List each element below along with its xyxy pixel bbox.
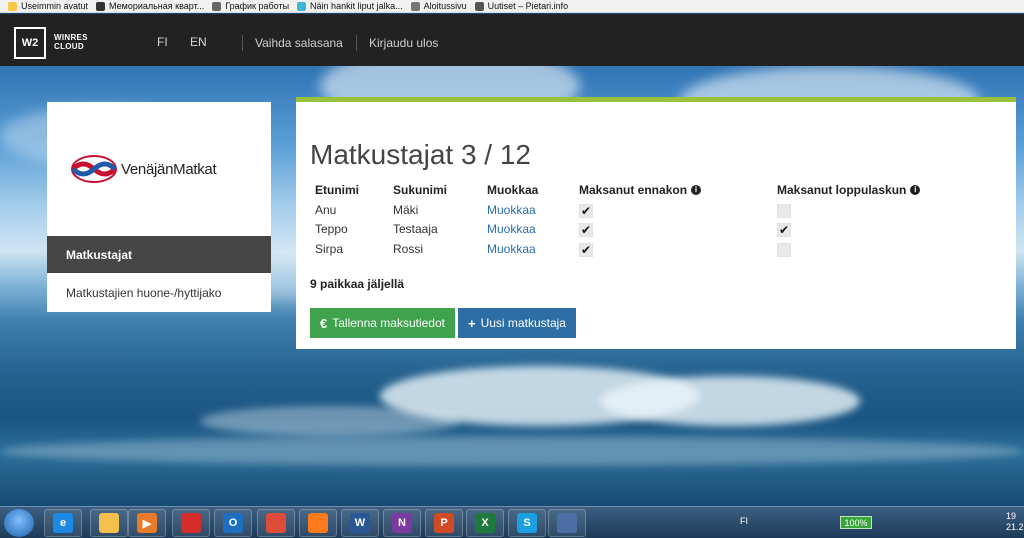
taskbar-word-icon[interactable]: W bbox=[341, 509, 379, 537]
edit-link[interactable]: Muokkaa bbox=[487, 242, 536, 256]
bookmark-item[interactable]: Мемориальная кварт... bbox=[96, 1, 204, 11]
final-paid-checkbox[interactable] bbox=[777, 243, 791, 257]
prepaid-checkbox[interactable]: ✔ bbox=[579, 243, 593, 257]
cell-first-name: Teppo bbox=[315, 222, 348, 236]
lang-fi-link[interactable]: FI bbox=[157, 35, 168, 49]
new-traveler-button[interactable]: + Uusi matkustaja bbox=[458, 308, 576, 338]
taskbar-outlook-icon[interactable]: O bbox=[214, 509, 252, 537]
edit-link[interactable]: Muokkaa bbox=[487, 203, 536, 217]
change-password-link[interactable]: Vaihda salasana bbox=[255, 36, 343, 50]
cell-first-name: Anu bbox=[315, 203, 337, 217]
euro-icon: € bbox=[320, 315, 328, 331]
taskbar-file-explorer-icon[interactable] bbox=[90, 509, 128, 537]
cell-last-name: Testaaja bbox=[393, 222, 438, 236]
skype-icon: S bbox=[517, 513, 537, 533]
bookmarks-bar: Useimmin avatut Мемориальная кварт... Граф… bbox=[0, 0, 1024, 13]
brand-name: VenäjänMatkat bbox=[121, 160, 217, 178]
taskbar-powerpoint-icon[interactable]: P bbox=[425, 509, 463, 537]
bookmark-icon bbox=[8, 1, 17, 11]
bookmark-icon bbox=[474, 1, 484, 11]
chrome-icon bbox=[266, 513, 286, 533]
internet-explorer-icon: e bbox=[53, 513, 73, 533]
media-player-icon: ▶ bbox=[137, 513, 157, 533]
col-header-last-name: Sukunimi bbox=[393, 183, 448, 197]
bookmark-item[interactable]: Aloitussivu bbox=[410, 1, 467, 11]
sidebar-item-matkustajat[interactable]: Matkustajat bbox=[47, 236, 271, 273]
sidebar-panel: VenäjänMatkat Matkustajat Matkustajien h… bbox=[47, 102, 271, 312]
bookmark-item[interactable]: Näin hankit liput jalka... bbox=[297, 1, 403, 11]
winres-logo-text: WINRES CLOUD bbox=[54, 33, 88, 51]
prepaid-checkbox[interactable]: ✔ bbox=[579, 223, 593, 237]
col-header-final-paid: Maksanut loppulaskun i bbox=[777, 183, 921, 197]
taskbar-chrome-icon[interactable] bbox=[257, 509, 295, 537]
bookmark-item[interactable]: Uutiset – Pietari.info bbox=[474, 1, 568, 11]
venajanmatkat-logo: VenäjänMatkat bbox=[71, 136, 241, 202]
app-header: W2 WINRES CLOUD FI EN Vaihda salasana Ki… bbox=[0, 14, 1024, 66]
keyboard-language-indicator[interactable]: FI bbox=[740, 516, 748, 526]
page-title: Matkustajat 3 / 12 bbox=[310, 139, 532, 170]
main-panel: Matkustajat 3 / 12 Etunimi Sukunimi Muok… bbox=[296, 97, 1016, 349]
taskbar-network-app-icon[interactable] bbox=[548, 509, 586, 537]
taskbar-media-player-icon[interactable]: ▶ bbox=[128, 509, 166, 537]
save-payments-button[interactable]: € Tallenna maksutiedot bbox=[310, 308, 455, 338]
col-header-edit: Muokkaa bbox=[487, 183, 539, 197]
cell-last-name: Mäki bbox=[393, 203, 419, 217]
start-button[interactable] bbox=[4, 509, 34, 537]
outlook-icon: O bbox=[223, 513, 243, 533]
system-clock[interactable]: 19 21.2 bbox=[1006, 511, 1024, 533]
cell-last-name: Rossi bbox=[393, 242, 424, 256]
col-header-first-name: Etunimi bbox=[315, 183, 359, 197]
powerpoint-icon: P bbox=[434, 513, 454, 533]
edit-link[interactable]: Muokkaa bbox=[487, 222, 536, 236]
network-app-icon bbox=[557, 513, 577, 533]
header-divider bbox=[242, 35, 243, 51]
final-paid-checkbox[interactable]: ✔ bbox=[777, 223, 791, 237]
taskbar-firefox-icon[interactable] bbox=[299, 509, 337, 537]
remaining-seats: 9 paikkaa jäljellä bbox=[310, 277, 405, 291]
final-paid-checkbox[interactable] bbox=[777, 204, 791, 218]
file-explorer-icon bbox=[99, 513, 119, 533]
onenote-icon: N bbox=[392, 513, 412, 533]
header-divider bbox=[356, 35, 357, 51]
bookmark-icon bbox=[96, 1, 106, 11]
taskbar-excel-icon[interactable]: X bbox=[466, 509, 504, 537]
cell-first-name: Sirpa bbox=[315, 242, 344, 256]
bookmark-icon bbox=[212, 1, 222, 11]
app-red-icon bbox=[181, 513, 201, 533]
prepaid-checkbox[interactable]: ✔ bbox=[579, 204, 593, 218]
taskbar-internet-explorer-icon[interactable]: e bbox=[44, 509, 82, 537]
plus-icon: + bbox=[468, 315, 476, 331]
taskbar-app-red-icon[interactable] bbox=[172, 509, 210, 537]
col-header-prepaid: Maksanut ennakon i bbox=[579, 183, 702, 197]
venajanmatkat-logo-icon bbox=[71, 155, 117, 183]
info-icon[interactable]: i bbox=[691, 185, 702, 195]
battery-indicator[interactable]: 100% bbox=[840, 516, 872, 529]
bookmark-icon bbox=[410, 1, 420, 11]
bookmark-item[interactable]: График работы bbox=[212, 1, 289, 11]
excel-icon: X bbox=[475, 513, 495, 533]
sidebar-item-room-allocation[interactable]: Matkustajien huone-/hyttijako bbox=[47, 273, 271, 312]
firefox-icon bbox=[308, 513, 328, 533]
bookmark-icon bbox=[297, 1, 307, 11]
windows-taskbar: FI 100% 19 21.2 e ▶ O W N P X S bbox=[0, 506, 1024, 538]
taskbar-onenote-icon[interactable]: N bbox=[383, 509, 421, 537]
bookmark-item[interactable]: Useimmin avatut bbox=[8, 1, 88, 11]
info-icon[interactable]: i bbox=[910, 185, 921, 195]
taskbar-skype-icon[interactable]: S bbox=[508, 509, 546, 537]
word-icon: W bbox=[350, 513, 370, 533]
logout-link[interactable]: Kirjaudu ulos bbox=[369, 36, 438, 50]
lang-en-link[interactable]: EN bbox=[190, 35, 207, 49]
winres-logo-icon[interactable]: W2 bbox=[14, 27, 46, 59]
